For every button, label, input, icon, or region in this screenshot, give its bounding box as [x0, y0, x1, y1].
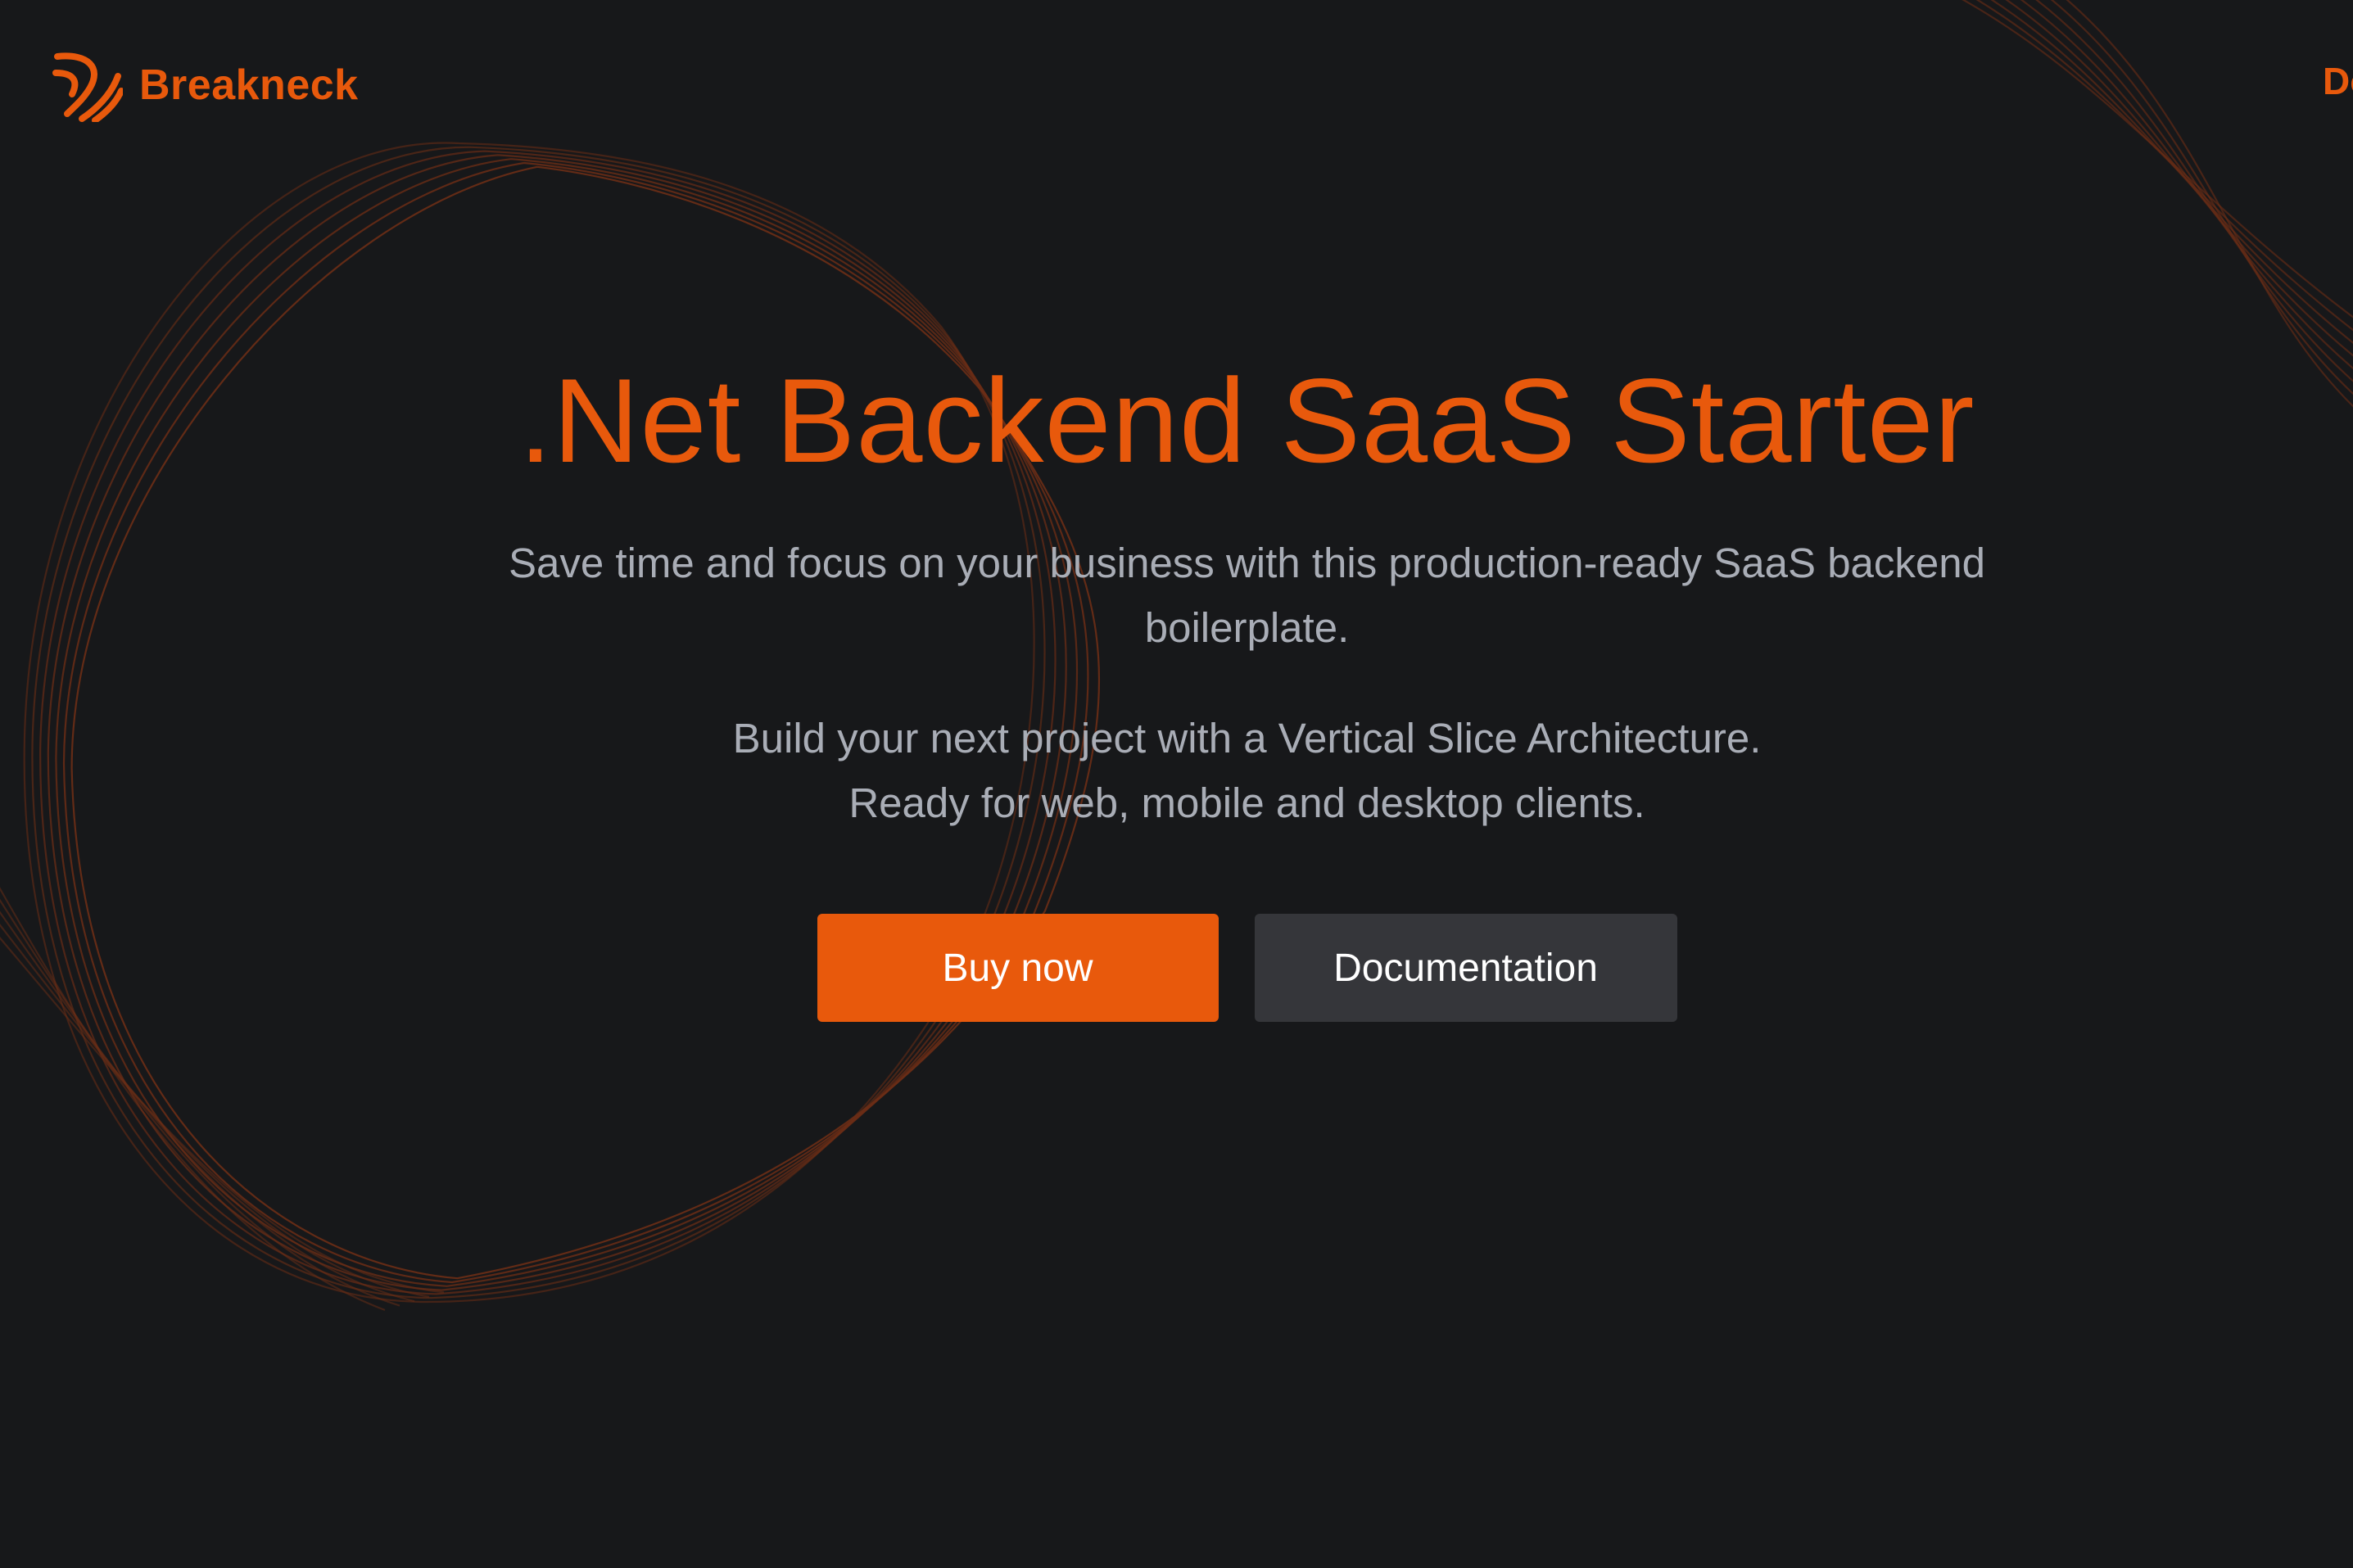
- hero-subtitle: Save time and focus on your business wit…: [508, 539, 1986, 651]
- breakneck-logo-icon: [52, 52, 123, 122]
- hero-description-line-2: Ready for web, mobile and desktop client…: [848, 779, 1645, 827]
- landing-page: Breakneck Do .Net Backend SaaS Starter S…: [0, 0, 2353, 1568]
- buy-now-button[interactable]: Buy now: [817, 914, 1219, 1023]
- brand-name: Breakneck: [139, 61, 359, 109]
- documentation-button[interactable]: Documentation: [1254, 914, 1677, 1023]
- hero-description-line-1: Build your next project with a Vertical …: [732, 714, 1762, 761]
- cta-button-row: Buy now Documentation: [0, 914, 2353, 1023]
- site-header: Breakneck Do: [0, 0, 2353, 172]
- brand-home-link[interactable]: Breakneck: [52, 47, 359, 123]
- hero-description: Build your next project with a Vertical …: [408, 706, 2087, 835]
- hero-title: .Net Backend SaaS Starter: [518, 354, 1975, 487]
- hero-section: .Net Backend SaaS Starter Save time and …: [0, 352, 2353, 1023]
- nav-link-documentation[interactable]: Do: [2323, 59, 2353, 103]
